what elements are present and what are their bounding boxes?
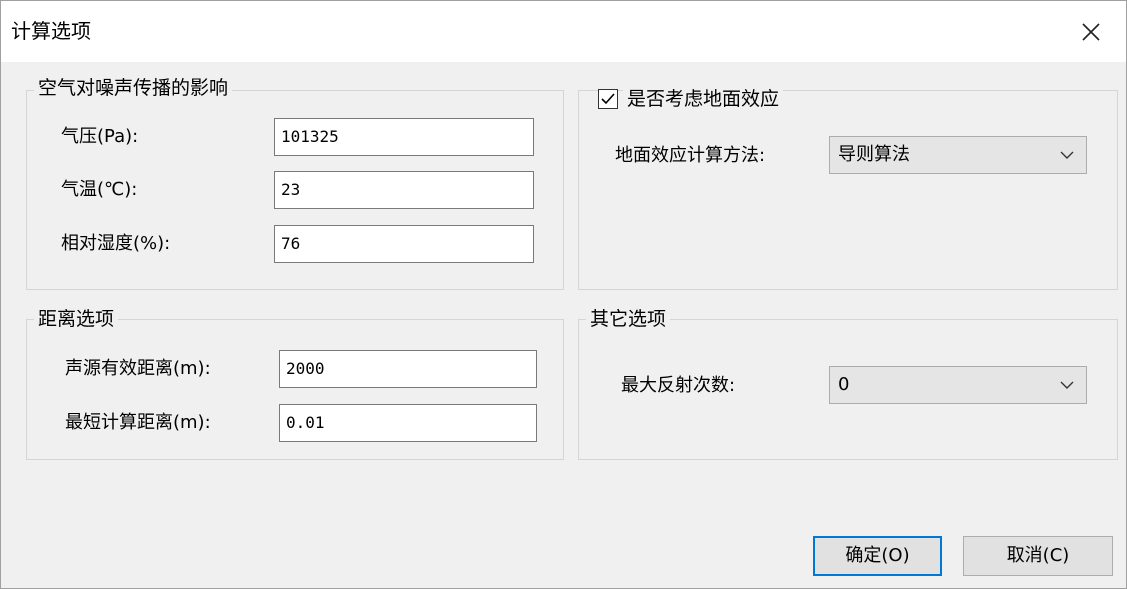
humidity-input[interactable]: 76 <box>274 225 534 263</box>
ground-method-select[interactable]: 导则算法 <box>829 136 1087 174</box>
ground-effect-label[interactable]: 是否考虑地面效应 <box>623 87 784 111</box>
ground-method-label: 地面效应计算方法: <box>615 145 766 166</box>
pressure-label: 气压(Pa): <box>61 126 139 147</box>
min-distance-label: 最短计算距离(m): <box>65 412 211 433</box>
close-button[interactable] <box>1056 1 1126 62</box>
ground-group <box>578 90 1118 290</box>
cancel-button[interactable]: 取消(C) <box>963 536 1113 576</box>
distance-group-title: 距离选项 <box>34 307 119 331</box>
temperature-input[interactable]: 23 <box>274 171 534 209</box>
effective-distance-input[interactable]: 2000 <box>279 350 537 388</box>
chevron-down-icon <box>1060 137 1074 173</box>
chevron-down-icon <box>1060 367 1074 403</box>
min-distance-input[interactable]: 0.01 <box>279 404 537 442</box>
check-icon <box>601 93 615 105</box>
window-title: 计算选项 <box>11 19 91 43</box>
max-reflection-select[interactable]: 0 <box>829 366 1087 404</box>
pressure-input[interactable]: 101325 <box>274 118 534 156</box>
close-icon <box>1082 22 1100 41</box>
temperature-label: 气温(℃): <box>61 179 138 200</box>
calc-options-dialog: 计算选项 空气对噪声传播的影响 气压(Pa): 101325 气温(℃): 23… <box>0 0 1127 589</box>
title-bar: 计算选项 <box>1 1 1126 62</box>
other-group-title: 其它选项 <box>586 307 671 331</box>
max-reflection-label: 最大反射次数: <box>621 375 736 396</box>
humidity-label: 相对湿度(%): <box>61 233 171 254</box>
ground-effect-checkbox[interactable] <box>598 89 618 109</box>
max-reflection-value: 0 <box>838 374 850 395</box>
air-group-title: 空气对噪声传播的影响 <box>34 76 233 100</box>
ground-method-value: 导则算法 <box>838 144 910 165</box>
effective-distance-label: 声源有效距离(m): <box>65 358 211 379</box>
ok-button[interactable]: 确定(O) <box>813 536 942 576</box>
